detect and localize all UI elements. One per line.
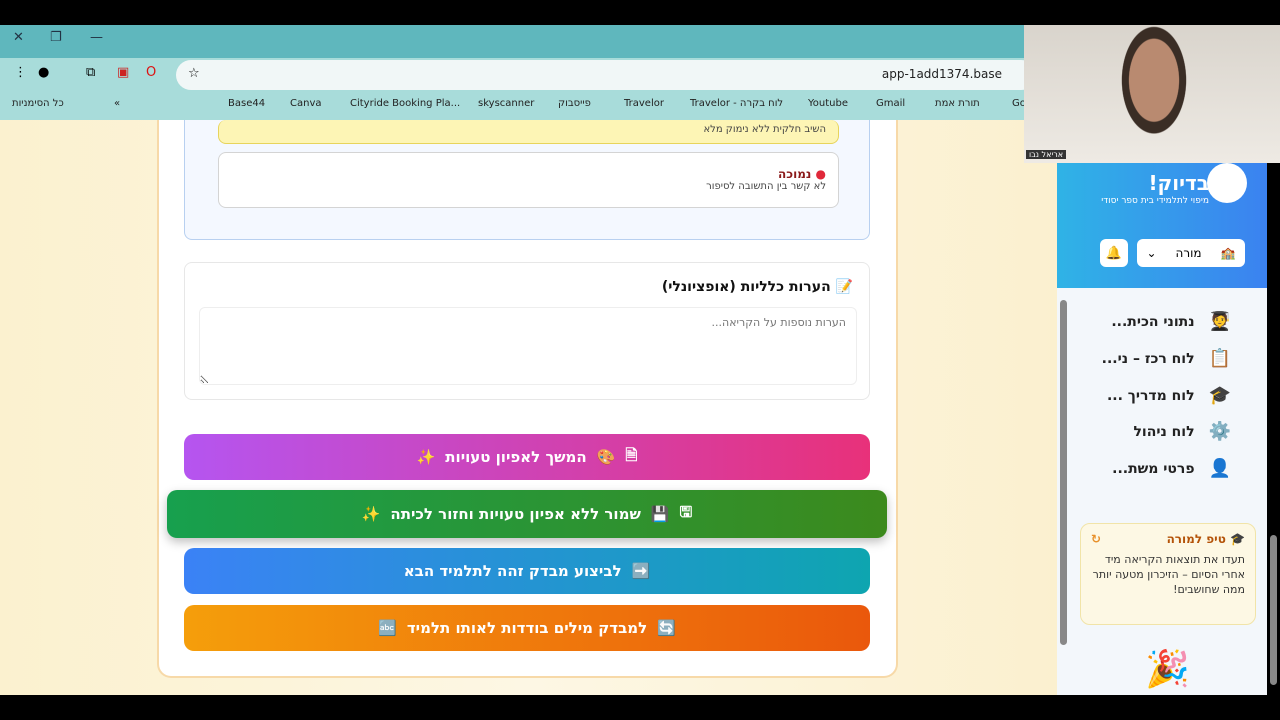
app-logo <box>1207 163 1247 203</box>
sidebar-item[interactable]: 👤 פרטי משת... <box>1112 458 1231 479</box>
address-bar[interactable]: ☆ app-1add1374.base <box>176 60 1036 90</box>
webcam-overlay: אריאל נבו <box>1024 25 1280 163</box>
bookmark[interactable]: פייסבוק <box>558 98 591 109</box>
single-words-test-button[interactable]: 🔄 למבדק מילים בודדות לאותו תלמיד 🔤 <box>184 605 870 651</box>
brand-subtitle: מיפוי לתלמידי בית ספר יסודי <box>1101 196 1209 206</box>
memo-icon: 📝 <box>835 279 853 295</box>
continue-error-analysis-button[interactable]: 🗎 🎨 המשך לאפיון טעויות ✨ <box>184 434 870 480</box>
sidebar-header: בדיוק! מיפוי לתלמידי בית ספר יסודי 🏫 מורה… <box>1057 163 1267 288</box>
same-test-next-student-button[interactable]: ➡️ לביצוע מבדק זהה לתלמיד הבא <box>184 548 870 594</box>
student-icon: 🧑‍🎓 <box>1208 311 1231 332</box>
opera-icon[interactable]: O <box>146 65 156 80</box>
red-dot-icon: ● <box>815 167 826 181</box>
notes-title: הערות כלליות (אופציונלי) <box>661 279 831 295</box>
bookmark[interactable]: Gmail <box>876 98 905 109</box>
bookmark[interactable]: Travelor - לוח בקרה <box>690 98 783 109</box>
page-scrollbar[interactable] <box>1270 535 1277 685</box>
option-desc: לא קשר בין התשובה לסיפור <box>706 181 826 192</box>
sidebar-scrollbar[interactable] <box>1060 300 1067 645</box>
graduation-cap-icon: 🎓 <box>1230 532 1245 546</box>
top-black-bar <box>0 0 1280 25</box>
button-label: שמור ללא אפיון טעויות וחזור לכיתה <box>390 505 641 523</box>
rubric-option-partial[interactable]: השיב חלקית ללא נימוק מלא <box>218 120 839 144</box>
save-and-return-button[interactable]: 🖫 💾 שמור ללא אפיון טעויות וחזור לכיתה ✨ <box>167 490 887 538</box>
tip-body: תעדו את תוצאות הקריאה מיד אחרי הסיום – ה… <box>1092 553 1245 596</box>
bookmark[interactable]: skyscanner <box>478 98 534 109</box>
browser-toolbar: ⋮ ● ⧉ ▣ O ☆ app-1add1374.base כל הסימניו… <box>0 58 1036 120</box>
sparkles-icon: ✨ <box>361 505 381 523</box>
option-title: נמוכה <box>778 167 812 181</box>
rubric-option-low[interactable]: ● נמוכה לא קשר בין התשובה לסיפור <box>218 152 839 208</box>
notes-section: 📝 הערות כלליות (אופציונלי) <box>184 262 870 400</box>
repeat-icon: 🔄 <box>657 619 676 637</box>
sidebar-item[interactable]: ⚙️ לוח ניהול <box>1133 421 1231 442</box>
menu-icon[interactable]: ⋮ <box>14 65 27 80</box>
refresh-icon[interactable]: ↻ <box>1091 532 1101 546</box>
option-desc: השיב חלקית ללא נימוק מלא <box>703 124 826 135</box>
floppy-icon: 💾 <box>650 505 670 523</box>
sidebar-item-label: לוח ניהול <box>1133 423 1195 440</box>
button-label: לביצוע מבדק זהה לתלמיד הבא <box>403 562 622 580</box>
rubric-options: השיב חלקית ללא נימוק מלא ● נמוכה לא קשר … <box>184 120 870 240</box>
abc-icon: 🔤 <box>378 619 397 637</box>
doc-icon: 🗎 <box>625 445 638 464</box>
bookmark-all[interactable]: כל הסימניות <box>12 98 64 109</box>
palette-icon: 🎨 <box>596 448 616 466</box>
sidebar-item[interactable]: 📋 לוח רכז – ני... <box>1102 348 1231 369</box>
profile-icon[interactable]: ● <box>38 65 49 80</box>
url-text: app-1add1374.base <box>881 67 1002 81</box>
bookmark[interactable]: Travelor <box>624 98 664 109</box>
minimize-icon[interactable]: — <box>90 30 103 45</box>
bookmark[interactable]: Cityride Booking Pla... <box>350 98 460 109</box>
notes-input[interactable] <box>199 307 857 385</box>
bookmark[interactable]: Canva <box>290 98 322 109</box>
bottom-black-bar <box>0 695 1280 720</box>
bell-icon[interactable]: 🔔 <box>1100 239 1128 267</box>
bookmark[interactable]: Base44 <box>228 98 265 109</box>
sparkles-icon: ✨ <box>416 448 436 466</box>
sidebar: בדיוק! מיפוי לתלמידי בית ספר יסודי 🏫 מורה… <box>1057 163 1267 695</box>
browser-chrome: ✕ ❐ — ⋮ ● ⧉ ▣ O ☆ app-1add1374.base כל ה… <box>0 25 1036 120</box>
sidebar-item[interactable]: 🎓 לוח מדריך ... <box>1107 385 1231 406</box>
sidebar-item-label: לוח רכז – ני... <box>1101 350 1195 367</box>
graduation-cap-icon: 🎓 <box>1208 385 1231 406</box>
clipboard-icon: 📋 <box>1208 348 1231 369</box>
chevron-down-icon: ⌄ <box>1146 246 1157 260</box>
participant-video <box>1104 25 1204 163</box>
restore-icon[interactable]: ❐ <box>50 30 62 45</box>
role-select[interactable]: 🏫 מורה ⌄ <box>1137 239 1245 267</box>
bookmark[interactable]: Youtube <box>808 98 848 109</box>
sidebar-item-label: פרטי משת... <box>1112 460 1195 477</box>
star-icon[interactable]: ☆ <box>188 66 200 81</box>
party-popper-icon: 🎉 <box>1145 649 1190 690</box>
save-icon: 🖫 <box>679 502 693 521</box>
role-label: מורה <box>1175 246 1202 260</box>
participant-name: אריאל נבו <box>1026 150 1067 159</box>
extension-icon[interactable]: ▣ <box>117 65 129 80</box>
brand-name: בדיוק! <box>1148 171 1209 195</box>
tip-title: טיפ למורה <box>1166 532 1226 546</box>
extensions-icon[interactable]: ⧉ <box>86 65 95 80</box>
role-icon: 🏫 <box>1220 246 1236 260</box>
chevron-double-icon[interactable]: « <box>114 98 120 109</box>
button-label: המשך לאפיון טעויות <box>445 448 587 466</box>
gear-icon: ⚙️ <box>1208 421 1231 442</box>
sidebar-item-label: נתוני הכית... <box>1111 313 1195 330</box>
page-content: השיב חלקית ללא נימוק מלא ● נמוכה לא קשר … <box>0 120 1057 695</box>
user-icon: 👤 <box>1208 458 1231 479</box>
sidebar-item[interactable]: 🧑‍🎓 נתוני הכית... <box>1111 311 1231 332</box>
close-icon[interactable]: ✕ <box>13 30 24 45</box>
sidebar-item-label: לוח מדריך ... <box>1106 387 1195 404</box>
button-label: למבדק מילים בודדות לאותו תלמיד <box>406 619 648 637</box>
teacher-tip: 🎓 טיפ למורה ↻ תעדו את תוצאות הקריאה מיד … <box>1080 523 1256 625</box>
bookmark[interactable]: תורת אמת <box>935 98 980 109</box>
arrow-right-icon: ➡️ <box>631 562 651 580</box>
